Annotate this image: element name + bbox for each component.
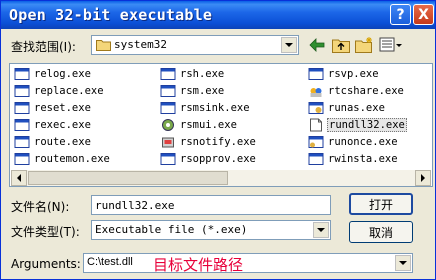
- file-item[interactable]: rsm.exe: [160, 83, 225, 99]
- file-item[interactable]: rsvp.exe: [308, 66, 380, 82]
- executable-file-icon: [14, 153, 30, 165]
- executable-file-icon: [14, 136, 30, 148]
- file-item[interactable]: rwinsta.exe: [308, 151, 399, 167]
- back-arrow-icon[interactable]: [307, 36, 327, 54]
- filetype-value: Executable file (*.exe): [95, 223, 248, 236]
- executable-file-icon: [14, 85, 30, 97]
- executable-file-icon: [162, 119, 174, 131]
- executable-file-icon: [310, 118, 322, 132]
- file-item[interactable]: rsopprov.exe: [160, 151, 257, 167]
- arrow-left-icon: [17, 174, 21, 182]
- file-name: rsopprov.exe: [180, 153, 256, 165]
- filetype-select[interactable]: Executable file (*.exe): [91, 220, 331, 240]
- file-item[interactable]: rsmui.exe: [160, 117, 238, 133]
- filename-value: rundll32.exe: [95, 199, 175, 212]
- scroll-right-button[interactable]: [415, 170, 431, 186]
- arguments-input[interactable]: C:\test.dll: [83, 253, 413, 273]
- file-item[interactable]: runas.exe: [308, 100, 386, 116]
- executable-file-icon: [160, 85, 176, 97]
- file-list[interactable]: relog.exe rsh.exe rsvp.exe replace.exe rsm.e…: [9, 63, 433, 187]
- file-item[interactable]: rexec.exe: [14, 117, 92, 133]
- file-item[interactable]: routemon.exe: [14, 151, 111, 167]
- close-button[interactable]: X: [413, 4, 434, 25]
- file-item[interactable]: relog.exe: [14, 66, 92, 82]
- arrow-right-icon: [421, 174, 425, 182]
- filename-label: 文件名(N):: [11, 200, 70, 214]
- arguments-value: C:\test.dll: [87, 256, 133, 268]
- file-name: rwinsta.exe: [328, 153, 398, 165]
- look-in-label: 查找范围(I):: [11, 40, 76, 54]
- file-name: runonce.exe: [328, 136, 398, 148]
- cancel-button[interactable]: 取消: [349, 221, 413, 243]
- dialog-title: Open 32-bit executable: [9, 6, 213, 24]
- filetype-label: 文件类型(T):: [11, 225, 80, 239]
- file-item[interactable]: replace.exe: [14, 83, 105, 99]
- file-item[interactable]: route.exe: [14, 134, 92, 150]
- file-item[interactable]: rtcshare.exe: [308, 83, 405, 99]
- executable-file-icon: [162, 137, 174, 148]
- look-in-select[interactable]: system32: [91, 35, 299, 55]
- arguments-label: Arguments:: [11, 257, 81, 271]
- target-path-annotation: 目标文件路径: [153, 256, 244, 274]
- file-item[interactable]: reset.exe: [14, 100, 92, 116]
- new-folder-icon[interactable]: [354, 36, 374, 54]
- executable-file-icon: [160, 153, 176, 165]
- up-folder-icon[interactable]: [331, 36, 351, 54]
- open-button[interactable]: 打开: [349, 193, 413, 215]
- view-menu-icon[interactable]: [379, 36, 403, 54]
- filetype-dropdown-button[interactable]: [313, 222, 329, 238]
- filename-input[interactable]: rundll32.exe: [91, 195, 331, 215]
- file-name: rsmsink.exe: [180, 102, 250, 114]
- chevron-down-icon: [285, 43, 293, 47]
- horizontal-scrollbar[interactable]: [11, 170, 431, 186]
- executable-file-icon: [308, 153, 324, 165]
- file-item[interactable]: rsmsink.exe: [160, 100, 251, 116]
- file-name: routemon.exe: [34, 153, 110, 165]
- executable-file-icon: [14, 68, 30, 80]
- scrollbar-thumb[interactable]: [28, 171, 228, 185]
- help-button[interactable]: ?: [390, 4, 411, 25]
- chevron-down-icon: [317, 228, 325, 232]
- file-name: rsmui.exe: [180, 119, 237, 131]
- file-name: runas.exe: [328, 102, 385, 114]
- file-name: rexec.exe: [34, 119, 91, 131]
- file-name: reset.exe: [34, 102, 91, 114]
- file-name: replace.exe: [34, 85, 104, 97]
- executable-file-icon: [160, 102, 176, 114]
- executable-file-icon: [308, 102, 324, 114]
- look-in-dropdown-button[interactable]: [281, 37, 297, 53]
- file-name: rtcshare.exe: [328, 85, 404, 97]
- look-in-value: system32: [114, 38, 167, 51]
- file-item[interactable]: rsh.exe: [160, 66, 225, 82]
- file-name: rsm.exe: [180, 85, 225, 97]
- file-name: rsnotify.exe: [180, 136, 256, 148]
- executable-file-icon: [308, 136, 324, 148]
- executable-file-icon: [160, 68, 176, 80]
- executable-file-icon: [14, 102, 30, 114]
- file-name: route.exe: [34, 136, 91, 148]
- arguments-dropdown-button[interactable]: [395, 255, 411, 271]
- title-bar[interactable]: Open 32-bit executable ? X: [1, 1, 435, 29]
- file-name: rundll32.exe: [327, 118, 407, 132]
- executable-file-icon: [308, 68, 324, 80]
- file-name: relog.exe: [34, 68, 91, 80]
- folder-icon: [96, 40, 111, 51]
- file-name: rsvp.exe: [328, 68, 379, 80]
- chevron-down-icon: [399, 261, 407, 265]
- file-item[interactable]: rundll32.exe: [308, 117, 407, 133]
- file-name: rsh.exe: [180, 68, 225, 80]
- file-item[interactable]: rsnotify.exe: [160, 134, 257, 150]
- scroll-left-button[interactable]: [11, 170, 27, 186]
- executable-file-icon: [310, 88, 322, 97]
- open-executable-dialog: Open 32-bit executable ? X 查找范围(I): syst…: [0, 0, 436, 280]
- file-item[interactable]: runonce.exe: [308, 134, 399, 150]
- executable-file-icon: [14, 119, 30, 131]
